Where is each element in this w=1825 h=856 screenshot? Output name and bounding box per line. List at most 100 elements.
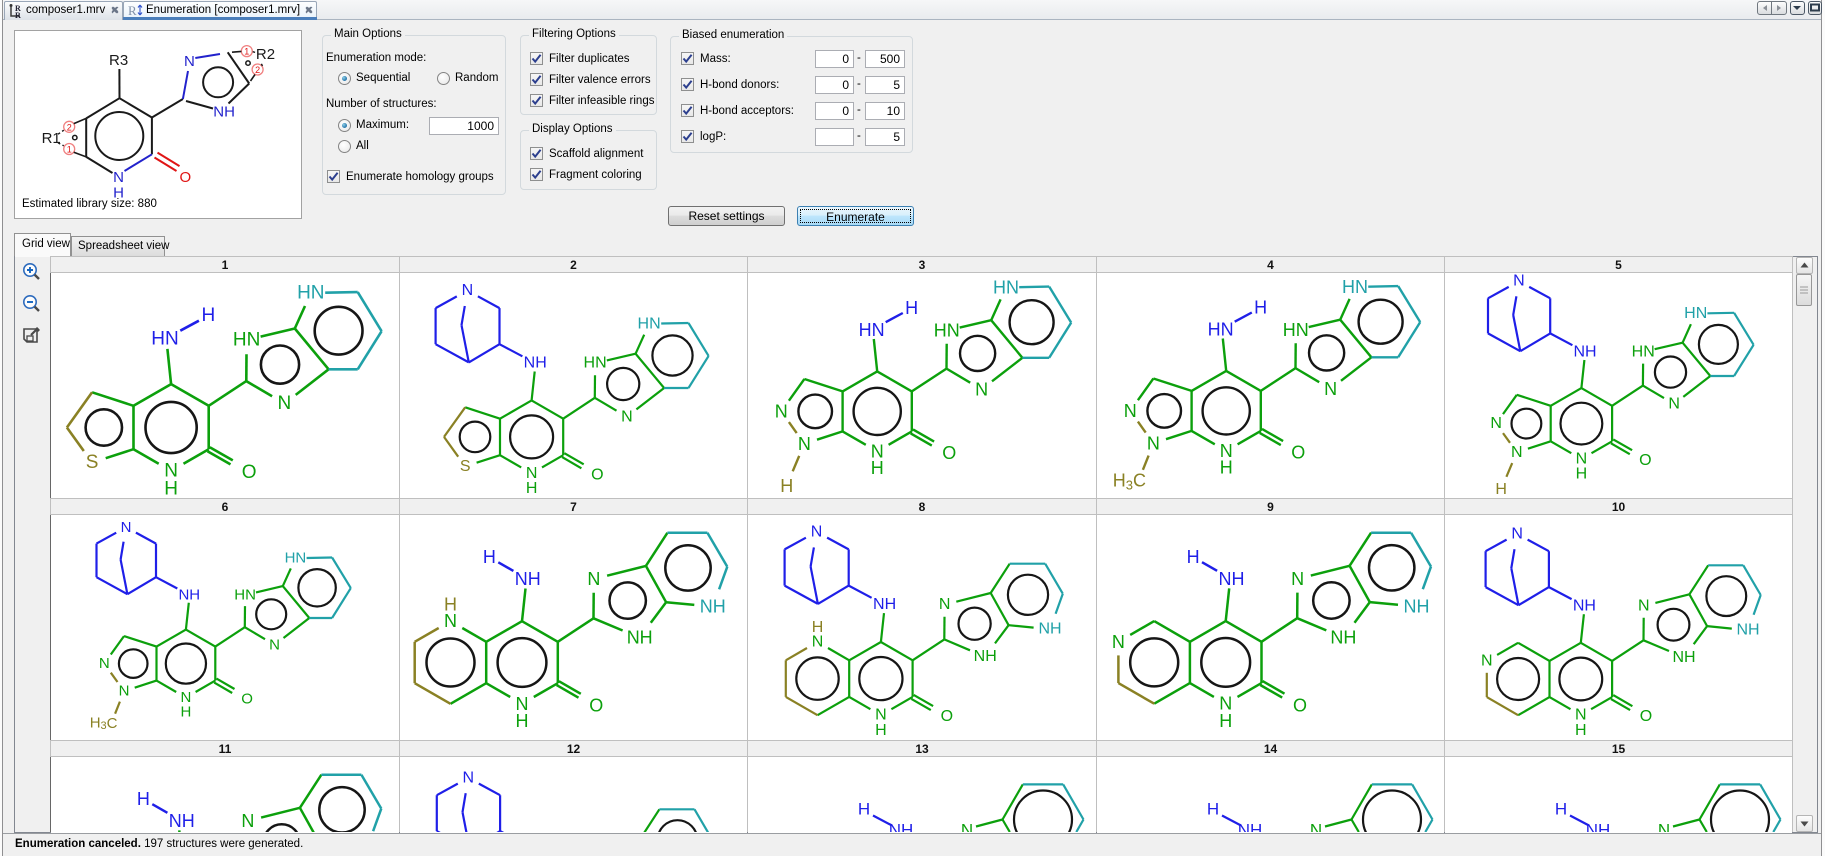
svg-text:R1: R1	[42, 130, 61, 147]
svg-text:N: N	[184, 53, 195, 70]
svg-text:S: S	[460, 458, 471, 475]
svg-text:H: H	[858, 800, 870, 819]
svg-text:O: O	[589, 696, 603, 716]
svg-text:H: H	[780, 476, 793, 496]
svg-text:NH: NH	[1573, 597, 1596, 614]
svg-text:R3: R3	[109, 52, 128, 69]
svg-text:HN: HN	[233, 329, 260, 350]
svg-text:O: O	[1291, 443, 1305, 463]
svg-text:H: H	[1187, 547, 1200, 567]
svg-text:H: H	[202, 305, 216, 326]
svg-text:H: H	[1576, 466, 1588, 483]
svg-text:H: H	[905, 298, 918, 318]
svg-text:O: O	[1640, 708, 1652, 725]
svg-text:N: N	[1481, 652, 1493, 669]
svg-text:HN: HN	[1208, 319, 1234, 339]
svg-text:O: O	[241, 691, 253, 708]
svg-text:O: O	[591, 466, 603, 483]
svg-text:O: O	[1293, 695, 1307, 715]
svg-text:N: N	[1490, 415, 1502, 432]
svg-text:N: N	[99, 655, 110, 672]
svg-text:H: H	[1555, 800, 1567, 819]
svg-text:S: S	[86, 452, 99, 473]
svg-text:N: N	[121, 519, 132, 536]
svg-text:N: N	[975, 379, 988, 399]
svg-text:N: N	[1513, 273, 1525, 290]
svg-text:HN: HN	[151, 329, 178, 350]
svg-text:H: H	[812, 619, 824, 636]
svg-text:H: H	[526, 480, 538, 497]
svg-text:N: N	[775, 401, 788, 421]
svg-text:NH: NH	[1404, 597, 1430, 617]
svg-text:HN: HN	[859, 320, 885, 340]
svg-text:NH: NH	[1573, 343, 1596, 360]
svg-text:N: N	[1112, 632, 1125, 652]
svg-text:HN: HN	[1632, 343, 1655, 360]
svg-text:HN: HN	[638, 315, 661, 332]
svg-text:H: H	[1575, 722, 1587, 739]
svg-text:NH: NH	[178, 586, 200, 603]
svg-text:N: N	[1291, 569, 1304, 589]
svg-text:N: N	[463, 769, 475, 786]
svg-text:H: H	[871, 458, 884, 478]
svg-text:N: N	[621, 408, 633, 425]
svg-text:N: N	[462, 282, 474, 299]
svg-text:2: 2	[67, 122, 72, 132]
svg-text:H: H	[1254, 298, 1267, 318]
svg-text:N: N	[241, 811, 254, 831]
svg-text:NH: NH	[700, 597, 726, 617]
svg-text:N: N	[1638, 597, 1650, 614]
svg-text:H: H	[180, 703, 191, 720]
svg-text:H: H	[483, 547, 496, 567]
svg-text:N: N	[1324, 379, 1337, 399]
svg-text:N: N	[269, 636, 280, 653]
svg-text:N: N	[1658, 821, 1670, 833]
svg-text:HN: HN	[1684, 305, 1707, 322]
svg-text:NH: NH	[974, 648, 997, 665]
svg-text:HN: HN	[285, 550, 307, 567]
svg-text:NH: NH	[515, 569, 541, 589]
svg-text:O: O	[941, 708, 953, 725]
svg-text:NH: NH	[627, 628, 653, 648]
svg-text:NH: NH	[524, 355, 547, 372]
svg-text:1: 1	[244, 47, 249, 57]
svg-text:HN: HN	[234, 586, 256, 603]
svg-text:N: N	[1124, 401, 1137, 421]
svg-text:H: H	[875, 722, 887, 739]
svg-text:HN: HN	[1342, 277, 1368, 297]
svg-text:HN: HN	[584, 355, 607, 372]
svg-text:NH: NH	[1219, 569, 1245, 589]
svg-text:N: N	[113, 169, 124, 186]
svg-text:N: N	[587, 569, 600, 589]
svg-text:N: N	[961, 821, 973, 833]
svg-text:O: O	[179, 169, 191, 186]
svg-text:O: O	[942, 443, 956, 463]
svg-text:N: N	[1310, 821, 1322, 833]
svg-text:NH: NH	[1238, 821, 1263, 833]
svg-text:NH: NH	[889, 821, 914, 833]
svg-text:H: H	[1495, 481, 1507, 497]
svg-text:H3C: H3C	[1113, 471, 1146, 493]
svg-text:O: O	[1639, 452, 1651, 469]
svg-text:NH: NH	[873, 596, 896, 613]
svg-text:NH: NH	[213, 104, 235, 121]
svg-text:NH: NH	[169, 811, 195, 831]
svg-text:N: N	[119, 683, 130, 700]
svg-text:H: H	[137, 789, 150, 809]
svg-text:R2: R2	[256, 46, 275, 63]
svg-text:O: O	[242, 462, 257, 483]
svg-text:N: N	[1511, 444, 1523, 461]
svg-text:H: H	[516, 711, 529, 731]
svg-text:N: N	[812, 634, 824, 651]
svg-text:NH: NH	[1038, 621, 1061, 638]
svg-text:2: 2	[255, 65, 260, 75]
svg-text:R: R	[15, 11, 21, 18]
svg-text:HN: HN	[297, 283, 324, 304]
svg-text:N: N	[1511, 525, 1523, 542]
svg-text:N: N	[798, 434, 811, 454]
svg-text:N: N	[278, 393, 292, 414]
svg-text:N: N	[1147, 433, 1160, 453]
svg-text:H: H	[164, 479, 178, 497]
svg-text:NH: NH	[1330, 628, 1356, 648]
svg-text:H: H	[444, 595, 457, 615]
